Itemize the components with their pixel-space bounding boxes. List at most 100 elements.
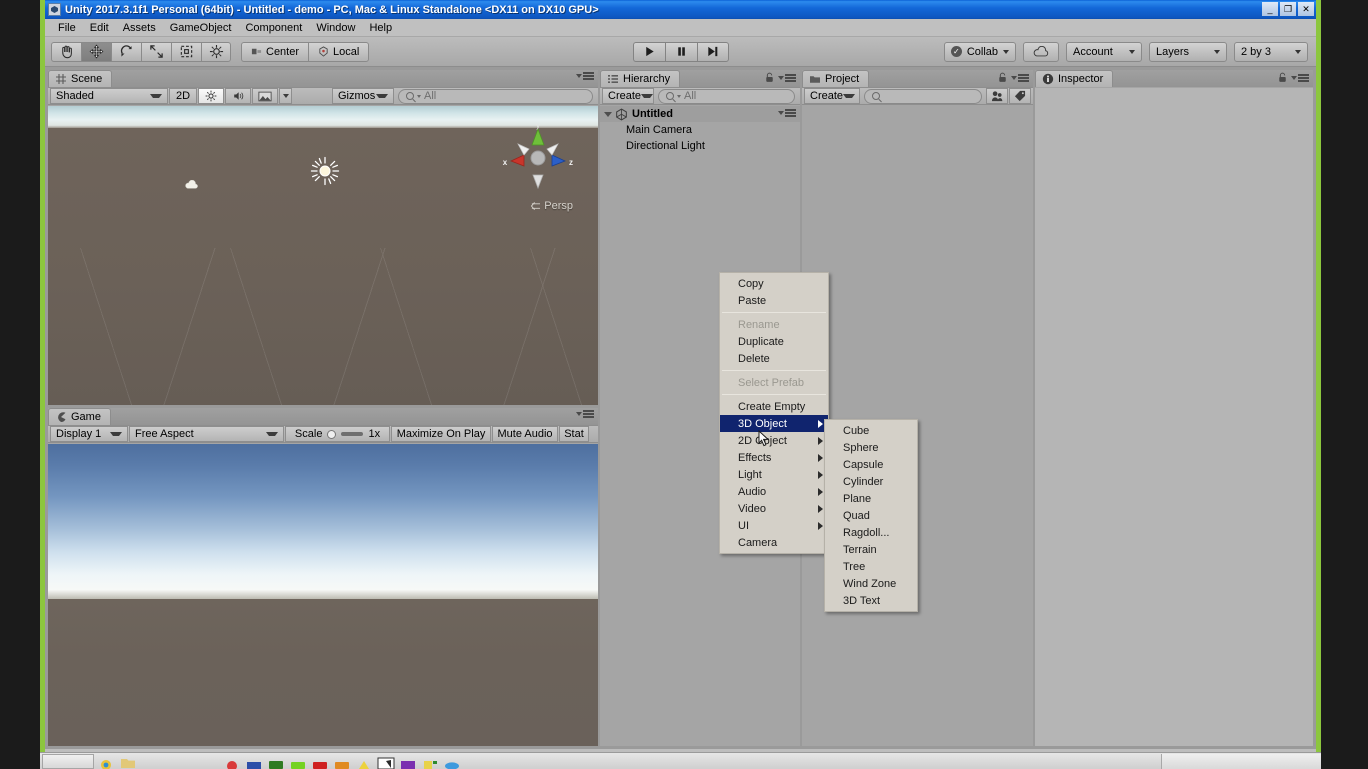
step-button[interactable] bbox=[696, 41, 729, 62]
scene-viewport[interactable]: y x z Persp bbox=[48, 106, 598, 405]
game-mute-audio-toggle[interactable]: Mute Audio bbox=[492, 426, 558, 442]
game-viewport[interactable] bbox=[48, 444, 598, 746]
game-stats-toggle[interactable]: Stat bbox=[559, 426, 589, 442]
hierarchy-item-main-camera[interactable]: Main Camera bbox=[600, 122, 800, 138]
hierarchy-options-menu[interactable] bbox=[778, 73, 796, 82]
cloud-services-button[interactable] bbox=[1023, 41, 1059, 62]
inspector-options-menu[interactable] bbox=[1291, 73, 1309, 82]
taskbar-icon-app-cloud[interactable] bbox=[442, 754, 462, 769]
lock-icon[interactable] bbox=[998, 72, 1007, 83]
directional-light-gizmo[interactable] bbox=[310, 156, 340, 186]
play-button[interactable] bbox=[632, 41, 665, 62]
taskbar-icon-app-crimson[interactable] bbox=[310, 754, 330, 769]
scene-2d-toggle[interactable]: 2D bbox=[169, 88, 197, 104]
hierarchy-item-directional-light[interactable]: Directional Light bbox=[600, 138, 800, 154]
rotate-tool-button[interactable] bbox=[111, 41, 141, 62]
game-scale-slider[interactable]: Scale 1x bbox=[285, 426, 390, 442]
hand-tool-button[interactable] bbox=[51, 41, 81, 62]
context-menu-item-ui[interactable]: UI bbox=[720, 517, 828, 534]
hierarchy-create-dropdown[interactable]: Create bbox=[602, 88, 654, 104]
pause-button[interactable] bbox=[664, 41, 697, 62]
context-menu-item-effects[interactable]: Effects bbox=[720, 449, 828, 466]
game-aspect-dropdown[interactable]: Free Aspect bbox=[129, 426, 284, 442]
submenu-item-sphere[interactable]: Sphere bbox=[825, 439, 917, 456]
scene-effects-dropdown[interactable] bbox=[279, 88, 292, 104]
scene-options-menu[interactable] bbox=[576, 72, 594, 80]
context-menu-item-camera[interactable]: Camera bbox=[720, 534, 828, 551]
submenu-item-ragdoll[interactable]: Ragdoll... bbox=[825, 524, 917, 541]
taskbar-icon-app-orange[interactable] bbox=[332, 754, 352, 769]
tab-project[interactable]: Project bbox=[802, 70, 870, 87]
submenu-item-wind-zone[interactable]: Wind Zone bbox=[825, 575, 917, 592]
taskbar-icon-app-red[interactable] bbox=[222, 754, 242, 769]
scale-tool-button[interactable] bbox=[141, 41, 171, 62]
project-search-input[interactable] bbox=[864, 88, 982, 104]
submenu-item-3d-text[interactable]: 3D Text bbox=[825, 592, 917, 609]
pivot-mode-button[interactable]: Center bbox=[241, 41, 309, 62]
layout-button[interactable]: 2 by 3 bbox=[1234, 41, 1308, 62]
menu-file[interactable]: File bbox=[51, 20, 83, 36]
menu-component[interactable]: Component bbox=[238, 20, 309, 36]
collab-button[interactable]: ✓ Collab bbox=[943, 41, 1016, 62]
layers-button[interactable]: Layers bbox=[1149, 41, 1227, 62]
scene-shading-dropdown[interactable]: Shaded bbox=[50, 88, 168, 104]
rect-tool-button[interactable] bbox=[171, 41, 201, 62]
scene-projection-label[interactable]: Persp bbox=[530, 200, 573, 212]
close-button[interactable]: ✕ bbox=[1298, 2, 1314, 16]
scale-slider-handle[interactable] bbox=[327, 429, 337, 439]
taskbar-icon-app-purple[interactable] bbox=[398, 754, 418, 769]
cloud-light-gizmo[interactable] bbox=[185, 180, 199, 190]
taskbar-icon-unity-active[interactable] bbox=[376, 754, 396, 769]
context-menu-item-delete[interactable]: Delete bbox=[720, 350, 828, 367]
tab-hierarchy[interactable]: Hierarchy bbox=[600, 70, 681, 87]
taskbar-icon-app-green[interactable] bbox=[266, 754, 286, 769]
context-menu-item-3d-object[interactable]: 3D Object bbox=[720, 415, 828, 432]
project-options-menu[interactable] bbox=[1011, 73, 1029, 82]
taskbar-icon-explorer[interactable] bbox=[118, 754, 138, 769]
context-menu-item-audio[interactable]: Audio bbox=[720, 483, 828, 500]
tab-game[interactable]: Game bbox=[48, 408, 111, 425]
system-tray[interactable] bbox=[1161, 753, 1321, 769]
menu-window[interactable]: Window bbox=[309, 20, 362, 36]
scene-lighting-toggle[interactable] bbox=[198, 88, 224, 104]
project-label-button[interactable] bbox=[1009, 88, 1031, 104]
context-menu-item-video[interactable]: Video bbox=[720, 500, 828, 517]
scene-search-input[interactable]: All bbox=[398, 88, 593, 104]
taskbar-icon-app-blue[interactable] bbox=[244, 754, 264, 769]
context-menu-item-copy[interactable]: Copy bbox=[720, 275, 828, 292]
menu-help[interactable]: Help bbox=[362, 20, 399, 36]
scene-context-menu[interactable] bbox=[778, 109, 796, 117]
3d-object-submenu[interactable]: Cube Sphere Capsule Cylinder Plane Quad … bbox=[824, 419, 918, 612]
submenu-item-cylinder[interactable]: Cylinder bbox=[825, 473, 917, 490]
project-create-dropdown[interactable]: Create bbox=[804, 88, 860, 104]
menu-edit[interactable]: Edit bbox=[83, 20, 116, 36]
context-menu-item-paste[interactable]: Paste bbox=[720, 292, 828, 309]
scene-gizmos-dropdown[interactable]: Gizmos bbox=[332, 88, 394, 104]
transform-tool-button[interactable] bbox=[201, 41, 231, 62]
windows-taskbar[interactable] bbox=[40, 752, 1321, 769]
tab-inspector[interactable]: Inspector bbox=[1035, 70, 1114, 87]
taskbar-icon-app-yellow[interactable] bbox=[354, 754, 374, 769]
game-options-menu[interactable] bbox=[576, 410, 594, 418]
hierarchy-search-input[interactable]: All bbox=[658, 88, 795, 104]
taskbar-icon-app-notes[interactable] bbox=[420, 754, 440, 769]
submenu-item-tree[interactable]: Tree bbox=[825, 558, 917, 575]
taskbar-icon-browser[interactable] bbox=[96, 754, 116, 769]
submenu-item-quad[interactable]: Quad bbox=[825, 507, 917, 524]
scene-effects-toggle[interactable] bbox=[252, 88, 278, 104]
hierarchy-scene-root[interactable]: Untitled bbox=[600, 106, 800, 122]
account-button[interactable]: Account bbox=[1066, 41, 1142, 62]
rotation-mode-button[interactable]: Local bbox=[308, 41, 370, 62]
foldout-arrow-icon[interactable] bbox=[604, 111, 612, 117]
taskbar-icon-app-lime[interactable] bbox=[288, 754, 308, 769]
submenu-item-cube[interactable]: Cube bbox=[825, 422, 917, 439]
lock-icon[interactable] bbox=[765, 72, 774, 83]
submenu-item-plane[interactable]: Plane bbox=[825, 490, 917, 507]
game-display-dropdown[interactable]: Display 1 bbox=[50, 426, 128, 442]
context-menu-item-duplicate[interactable]: Duplicate bbox=[720, 333, 828, 350]
restore-button[interactable]: ❐ bbox=[1280, 2, 1296, 16]
project-favorites-button[interactable] bbox=[986, 88, 1008, 104]
context-menu-item-light[interactable]: Light bbox=[720, 466, 828, 483]
submenu-item-capsule[interactable]: Capsule bbox=[825, 456, 917, 473]
lock-icon[interactable] bbox=[1278, 72, 1287, 83]
